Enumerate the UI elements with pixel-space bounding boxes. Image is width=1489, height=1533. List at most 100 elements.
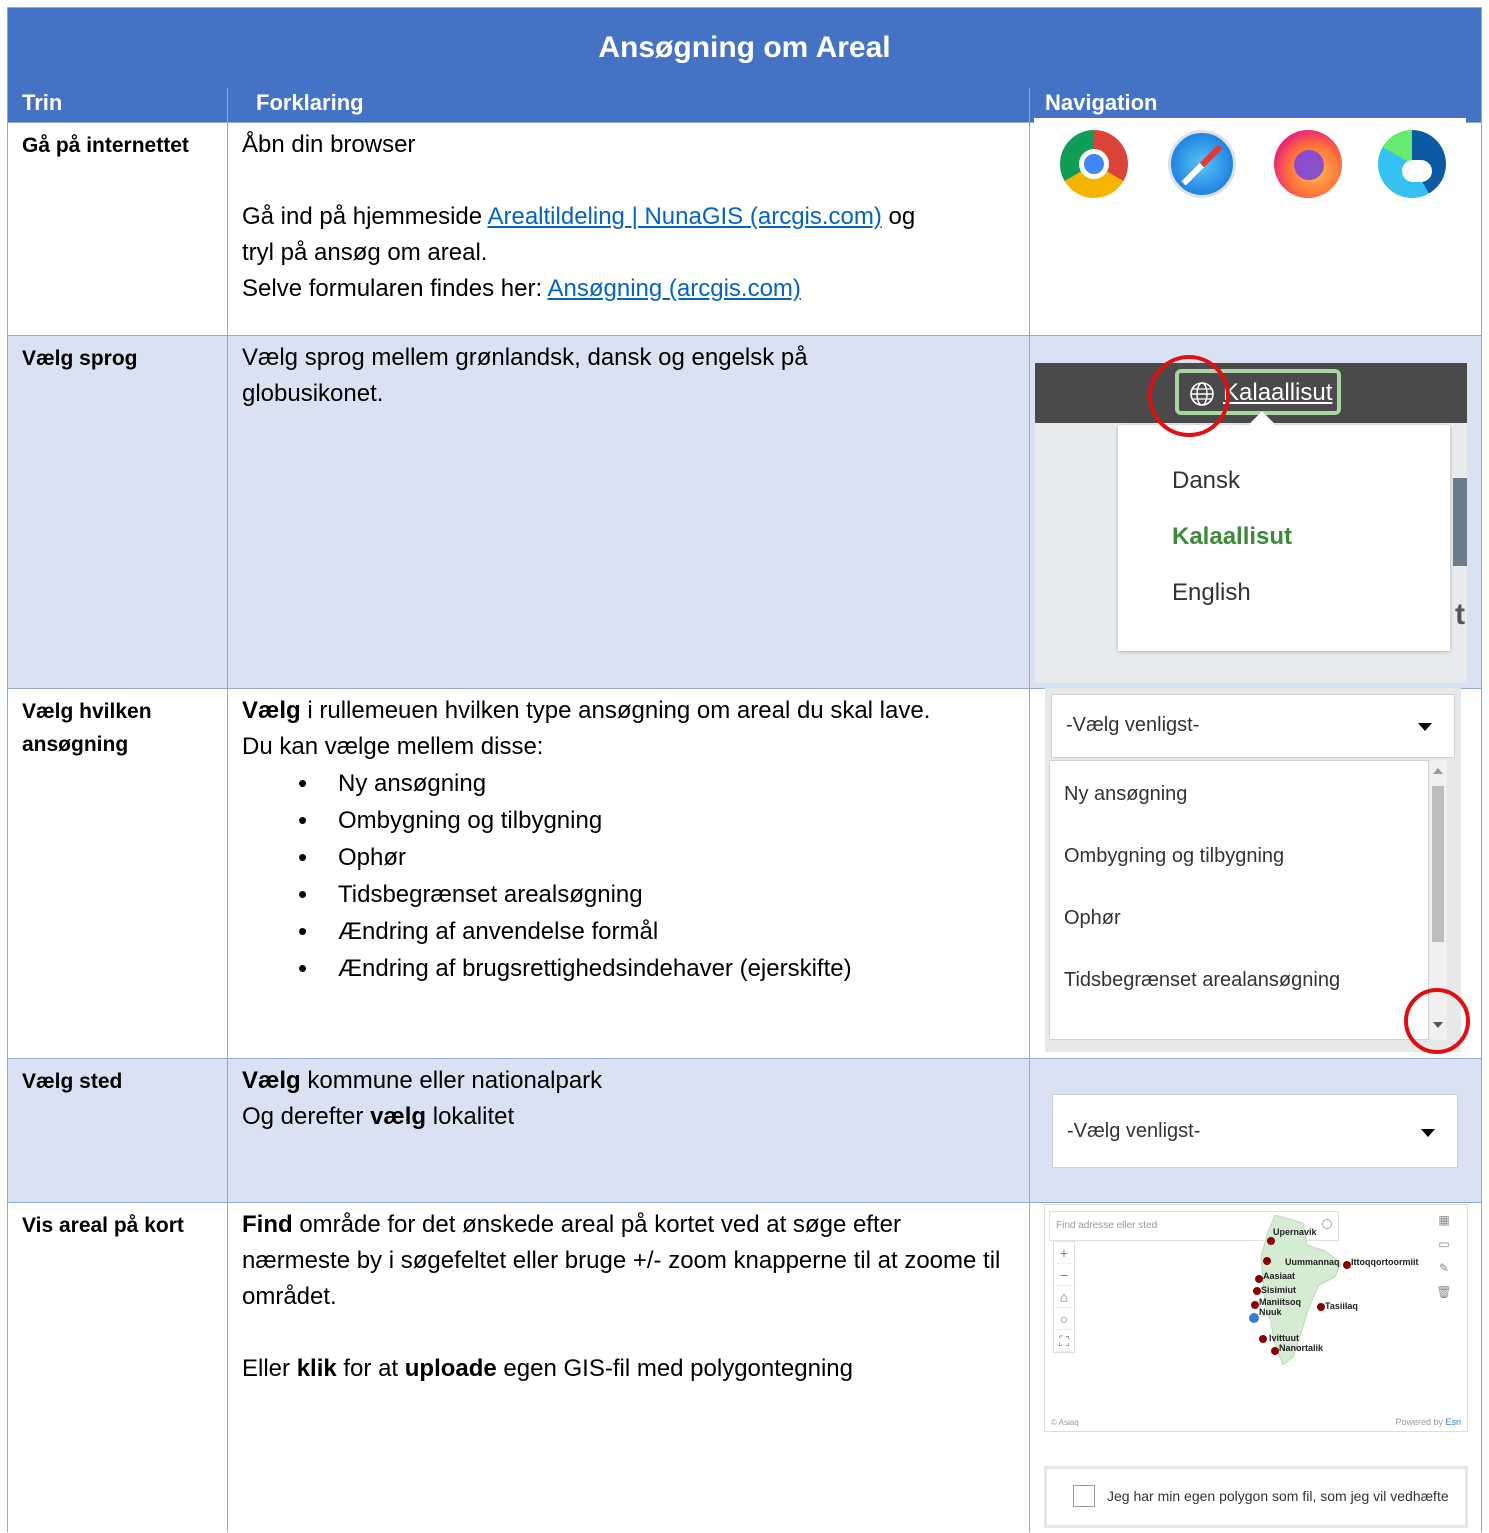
- list-item: Ændring af brugsrettighedsindehaver (eje…: [298, 950, 1012, 987]
- language-option-dansk[interactable]: Dansk: [1172, 467, 1240, 495]
- ansogning-link[interactable]: Ansøgning (arcgis.com): [548, 275, 801, 302]
- qr-icon[interactable]: ▦: [1433, 1213, 1455, 1237]
- language-menu: Dansk Kalaallisut English: [1118, 425, 1450, 651]
- language-option-english[interactable]: English: [1172, 579, 1251, 607]
- type-select[interactable]: -Vælg venligst-: [1051, 694, 1455, 758]
- list-item: Ny ansøgning: [298, 765, 1012, 802]
- explanation-cell: Vælg kommune eller nationalpark Og deref…: [242, 1063, 1012, 1135]
- text-line: Find område for det ønskede areal på kor…: [242, 1207, 1002, 1315]
- checkbox-label: Jeg har min egen polygon som fil, som je…: [1107, 1488, 1449, 1504]
- home-icon[interactable]: ⌂: [1054, 1286, 1074, 1308]
- map-attribution: © Asiaq: [1051, 1418, 1079, 1427]
- town-label: Ivittuut: [1269, 1333, 1299, 1343]
- safari-icon: [1168, 130, 1236, 198]
- scroll-up-icon[interactable]: [1433, 768, 1443, 774]
- chevron-down-icon: [1418, 723, 1432, 731]
- map-marker[interactable]: [1251, 1301, 1259, 1309]
- map-marker[interactable]: [1317, 1303, 1325, 1311]
- column-divider: [227, 88, 228, 1532]
- town-label: Aasiaat: [1263, 1271, 1296, 1281]
- option-list: Ny ansøgning Ombygning og tilbygning Oph…: [298, 765, 1012, 987]
- spacer-line: [242, 1315, 1002, 1351]
- text-line: Åbn din browser: [242, 131, 416, 158]
- text-line: Og derefter vælg lokalitet: [242, 1099, 1012, 1135]
- map-view[interactable]: Find adresse eller sted + − ⌂ ○ ⛶ ▦ ▭ ✎ …: [1044, 1204, 1468, 1432]
- map-marker[interactable]: [1253, 1287, 1261, 1295]
- locate-icon[interactable]: ○: [1054, 1308, 1074, 1330]
- dropdown-option[interactable]: Ophør: [1064, 907, 1121, 930]
- arealtildeling-link[interactable]: Arealtildeling | NunaGIS (arcgis.com): [487, 203, 881, 230]
- map-controls: + − ⌂ ○ ⛶: [1053, 1241, 1075, 1353]
- partial-text: t: [1455, 598, 1465, 631]
- text-line: Gå ind på hjemmeside Arealtildeling | Nu…: [242, 199, 1012, 235]
- text-span: Gå ind på hjemmeside: [242, 203, 488, 230]
- step-label: Vælg sted: [22, 1070, 123, 1093]
- text-span: lokalitet: [426, 1103, 515, 1130]
- text-line: Vælg i rullemeuen hvilken type ansøgning…: [242, 693, 1012, 729]
- background-bar: [1453, 478, 1467, 566]
- text-span: kommune eller nationalpark: [300, 1067, 603, 1094]
- map-marker[interactable]: [1267, 1237, 1275, 1245]
- bold-text: uploade: [404, 1355, 497, 1382]
- scroll-thumb[interactable]: [1432, 786, 1444, 942]
- text-line: Vælg kommune eller nationalpark: [242, 1063, 1012, 1099]
- browser-icons-panel: [1034, 118, 1466, 218]
- bold-text: vælg: [370, 1103, 427, 1130]
- map-marker[interactable]: [1271, 1347, 1279, 1355]
- trash-icon[interactable]: 🗑: [1433, 1285, 1455, 1309]
- step-label: Vælg sprog: [22, 347, 138, 370]
- dropdown-list: Ny ansøgning Ombygning og tilbygning Oph…: [1049, 760, 1429, 1040]
- map-tools: ▦ ▭ ✎ 🗑: [1433, 1213, 1455, 1309]
- dropdown-option[interactable]: Ombygning og tilbygning: [1064, 845, 1284, 868]
- zoom-in-icon[interactable]: +: [1054, 1242, 1074, 1264]
- map-marker[interactable]: [1259, 1335, 1267, 1343]
- bold-text: klik: [296, 1355, 337, 1382]
- dropdown-option[interactable]: Tidsbegrænset arealansøgning: [1064, 969, 1340, 992]
- town-label: Nuuk: [1259, 1307, 1282, 1317]
- firefox-icon: [1274, 130, 1342, 198]
- explanation-cell: Åbn din browser Gå ind på hjemmeside Are…: [242, 127, 1012, 307]
- zoom-out-icon[interactable]: −: [1054, 1264, 1074, 1286]
- dropdown-option[interactable]: Ny ansøgning: [1064, 783, 1187, 806]
- bold-text: Vælg: [242, 1067, 301, 1094]
- explanation-cell: Vælg i rullemeuen hvilken type ansøgning…: [242, 693, 1012, 987]
- search-placeholder: Find adresse eller sted: [1056, 1220, 1158, 1231]
- text-span: i rullemeuen hvilken type ansøgning om a…: [300, 697, 931, 724]
- fullscreen-icon[interactable]: ⛶: [1054, 1330, 1074, 1352]
- text-line: Eller klik for at uploade egen GIS-fil m…: [242, 1351, 1002, 1387]
- spacer-line: [242, 163, 1012, 199]
- town-label: Ittoqqortoormiit: [1351, 1257, 1419, 1267]
- table-title: Ansøgning om Areal: [8, 8, 1481, 88]
- type-dropdown-screenshot: -Vælg venligst- Ny ansøgning Ombygning o…: [1045, 688, 1461, 1052]
- text-line: tryl på ansøg om areal.: [242, 239, 488, 266]
- select-value: -Vælg venligst-: [1067, 1120, 1201, 1142]
- list-item: Ophør: [298, 839, 1012, 876]
- polygon-file-checkbox[interactable]: [1073, 1485, 1095, 1507]
- language-screenshot: Kalaallisut t Dansk Kalaallisut English: [1035, 363, 1467, 683]
- town-label: Sisimiut: [1261, 1285, 1297, 1295]
- polygon-file-panel: Jeg har min egen polygon som fil, som je…: [1044, 1466, 1468, 1528]
- explanation-cell: Vælg sprog mellem grønlandsk, dansk og e…: [242, 344, 808, 407]
- chrome-icon: [1060, 130, 1128, 198]
- map-marker-selected[interactable]: [1249, 1313, 1259, 1323]
- upload-icon[interactable]: ▭: [1433, 1237, 1455, 1261]
- map-marker[interactable]: [1255, 1275, 1263, 1283]
- header-navigation: Navigation: [1045, 90, 1158, 115]
- language-option-kalaallisut[interactable]: Kalaallisut: [1172, 523, 1292, 551]
- town-label: Tasiilaq: [1325, 1301, 1358, 1311]
- text-span: Selve formularen findes her:: [242, 275, 548, 302]
- esri-link[interactable]: Esri: [1446, 1417, 1462, 1427]
- table-header-row: Trin Forklaring Navigation: [8, 88, 1481, 122]
- place-select[interactable]: -Vælg venligst-: [1052, 1094, 1458, 1168]
- map-marker[interactable]: [1263, 1257, 1271, 1265]
- bold-text: Find: [242, 1211, 293, 1238]
- map-marker[interactable]: [1343, 1261, 1351, 1269]
- town-label: Upernavik: [1273, 1227, 1317, 1237]
- step-label: Vælg hvilken ansøgning: [22, 700, 152, 756]
- select-value: -Vælg venligst-: [1066, 714, 1200, 736]
- town-label: Nanortalik: [1279, 1343, 1324, 1353]
- pencil-icon[interactable]: ✎: [1433, 1261, 1455, 1285]
- step-label: Gå på internettet: [22, 134, 189, 157]
- list-item: Ombygning og tilbygning: [298, 802, 1012, 839]
- list-item: Ændring af anvendelse formål: [298, 913, 1012, 950]
